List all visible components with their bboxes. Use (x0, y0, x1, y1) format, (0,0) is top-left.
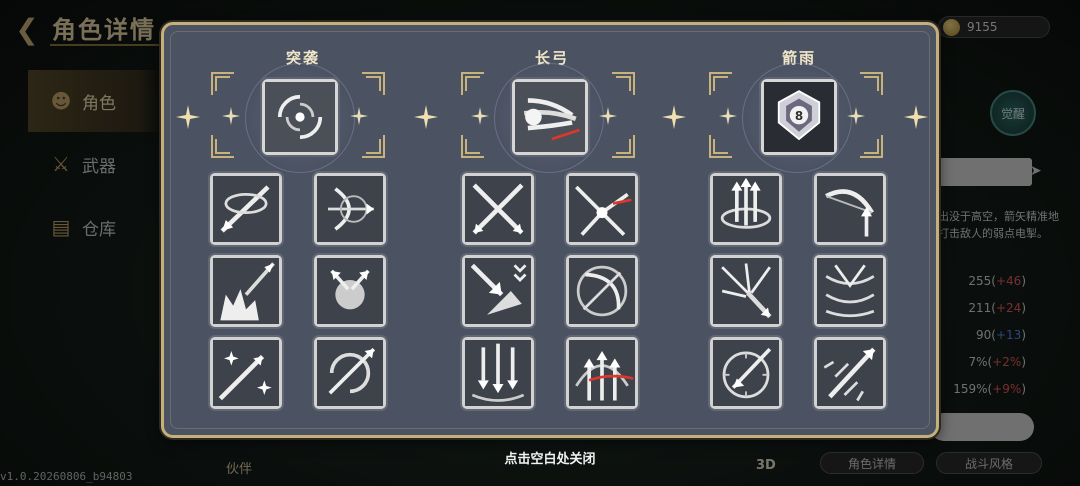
frame-corner-icon (460, 133, 486, 159)
split-arrows-icon[interactable] (314, 255, 386, 327)
sparkle-icon (662, 105, 686, 129)
svg-text:8: 8 (795, 109, 803, 123)
vortex-arrows-icon[interactable] (262, 79, 338, 155)
small-sparkle-icon (350, 107, 368, 125)
frame-corner-icon (708, 71, 734, 97)
explosive-arrow-icon[interactable] (210, 255, 282, 327)
frame-corner-icon (708, 133, 734, 159)
small-sparkle-icon (222, 107, 240, 125)
feather-storm-icon[interactable] (814, 255, 886, 327)
spread-shot-icon[interactable] (814, 337, 886, 409)
frame-corner-icon (210, 133, 236, 159)
cross-arrows-icon[interactable] (462, 173, 534, 245)
frame-corner-icon (858, 133, 884, 159)
wind-burst-icon[interactable] (512, 79, 588, 155)
burst-arrow-icon[interactable] (566, 173, 638, 245)
close-hint[interactable]: 点击空白处关闭 (440, 448, 660, 467)
sparkle-arrow-icon[interactable] (210, 337, 282, 409)
scatter-arrows-icon[interactable] (710, 255, 782, 327)
frame-corner-icon (610, 71, 636, 97)
spiral-arrow-icon[interactable] (314, 337, 386, 409)
small-sparkle-icon (471, 107, 489, 125)
frame-corner-icon (610, 133, 636, 159)
sparkle-icon (414, 105, 438, 129)
crossbow-slash-icon[interactable] (210, 173, 282, 245)
sparkle-icon (176, 105, 200, 129)
upward-bow-icon[interactable] (814, 173, 886, 245)
arc-volley-icon[interactable] (566, 337, 638, 409)
arrow-rain-icon[interactable] (462, 337, 534, 409)
frame-corner-icon (210, 71, 236, 97)
ricochet-bow-icon[interactable] (314, 173, 386, 245)
skill-tree-modal: 突袭 长弓 箭雨 8 (161, 22, 939, 438)
arrow-impact-icon[interactable] (462, 255, 534, 327)
frame-corner-icon (360, 133, 386, 159)
sparkle-icon (904, 105, 928, 129)
small-sparkle-icon (719, 107, 737, 125)
dial-arrow-icon[interactable] (710, 337, 782, 409)
multi-arrow-ring-icon[interactable] (710, 173, 782, 245)
small-sparkle-icon (847, 107, 865, 125)
frame-corner-icon (360, 71, 386, 97)
bow-target-icon[interactable] (566, 255, 638, 327)
frame-corner-icon (858, 71, 884, 97)
frame-corner-icon (460, 71, 486, 97)
shield-8-icon[interactable]: 8 (761, 79, 837, 155)
small-sparkle-icon (599, 107, 617, 125)
